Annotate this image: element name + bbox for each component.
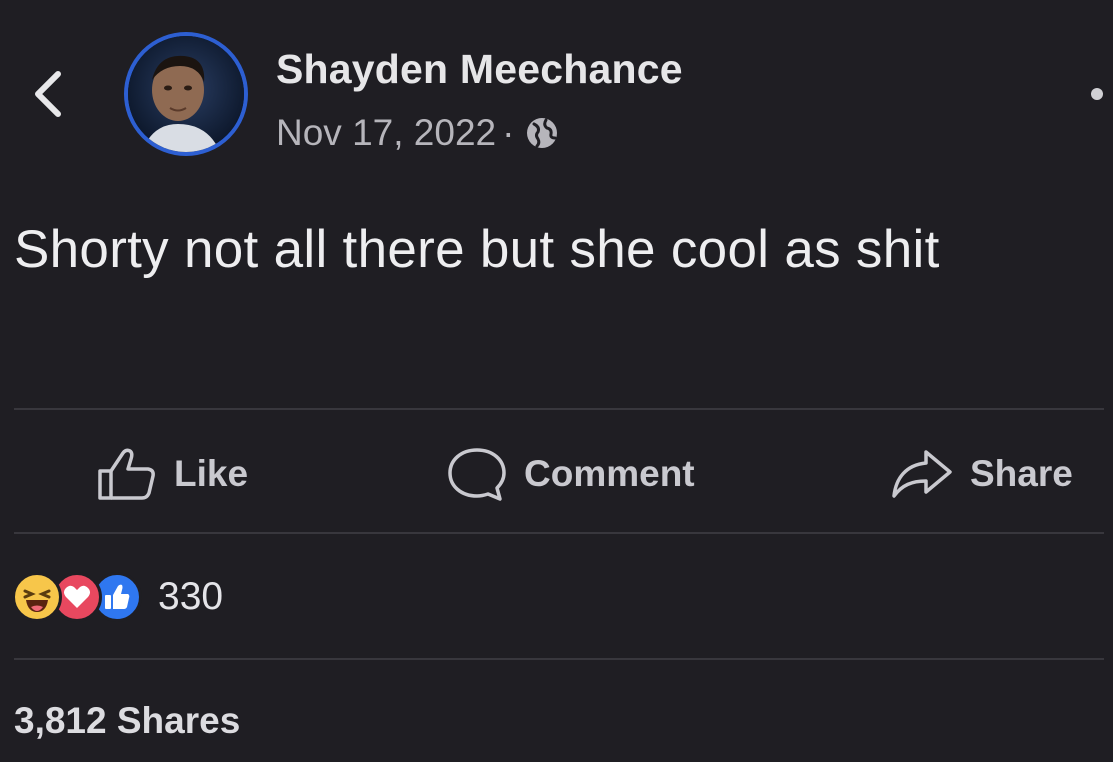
- share-label: Share: [970, 453, 1073, 494]
- divider-middle: [14, 532, 1104, 534]
- author-name[interactable]: Shayden Meechance: [276, 46, 683, 93]
- comment-bubble-icon: [448, 448, 506, 501]
- comment-label: Comment: [524, 453, 695, 494]
- reaction-count: 330: [158, 575, 224, 618]
- comment-button[interactable]: Comment: [446, 444, 695, 504]
- globe-icon: [527, 118, 558, 148]
- like-button[interactable]: Like: [96, 444, 248, 504]
- post-screen: Shayden Meechance Nov 17, 2022 · Shorty n…: [0, 0, 1113, 762]
- share-arrow-icon: [892, 450, 952, 498]
- post-date[interactable]: Nov 17, 2022: [276, 112, 496, 153]
- post-text: Shorty not all there but she cool as shi…: [14, 220, 940, 279]
- post-meta: Nov 17, 2022 ·: [276, 112, 560, 154]
- like-label: Like: [174, 453, 249, 494]
- more-options-button[interactable]: [1091, 88, 1103, 100]
- chevron-left-icon: [35, 71, 61, 117]
- thumbs-up-icon: [98, 448, 155, 500]
- meta-separator: ·: [502, 112, 515, 153]
- divider-bottom: [14, 658, 1104, 660]
- author-avatar[interactable]: [124, 32, 248, 156]
- back-button[interactable]: [28, 66, 68, 122]
- haha-reaction-icon: [12, 572, 62, 622]
- shares-count[interactable]: 3,812 Shares: [14, 700, 240, 742]
- divider-top: [14, 408, 1104, 410]
- share-button[interactable]: Share: [890, 444, 1073, 504]
- avatar-photo: [128, 36, 244, 152]
- reactions-summary[interactable]: 330: [12, 570, 223, 624]
